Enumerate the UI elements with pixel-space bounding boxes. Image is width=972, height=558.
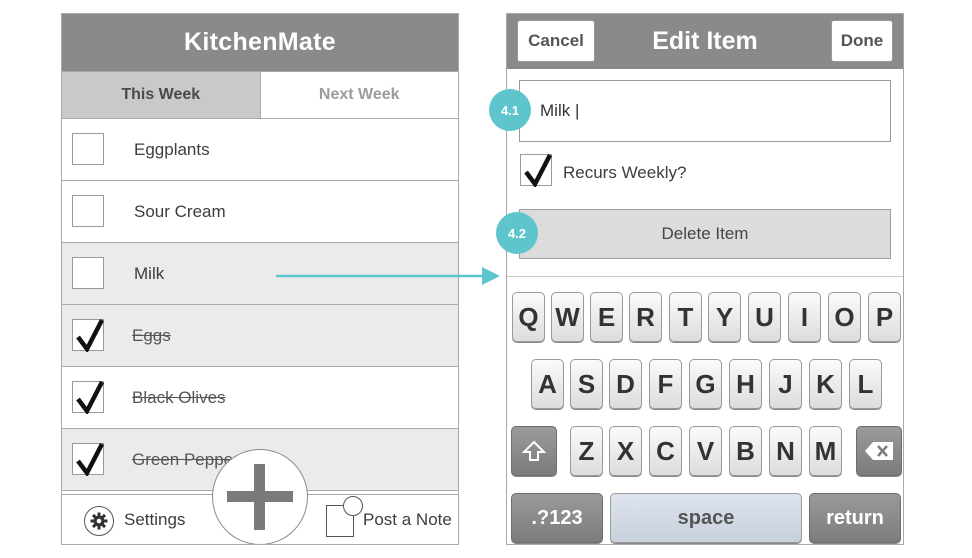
- item-label: Eggs: [132, 326, 171, 345]
- keyboard: Q W E R T Y U I O P A S D F G H J K L Z …: [507, 277, 903, 544]
- key-k[interactable]: K: [809, 359, 842, 409]
- list-item[interactable]: Eggs: [62, 305, 458, 367]
- checkmark-icon: [76, 442, 104, 476]
- numbers-key[interactable]: .?123: [511, 493, 603, 543]
- item-label: Milk: [134, 264, 165, 283]
- plus-icon-stem: [254, 464, 265, 530]
- key-f[interactable]: F: [649, 359, 682, 409]
- key-t[interactable]: T: [669, 292, 702, 342]
- grocery-list: Eggplants Sour Cream Milk Eggs Black Oli…: [62, 119, 458, 491]
- key-c[interactable]: C: [649, 426, 682, 476]
- tab-this-week[interactable]: This Week: [62, 72, 261, 118]
- key-b[interactable]: B: [729, 426, 762, 476]
- key-n[interactable]: N: [769, 426, 802, 476]
- backspace-glyph: [865, 442, 893, 460]
- key-i[interactable]: I: [788, 292, 821, 342]
- checkmark-icon: [76, 380, 104, 414]
- key-u[interactable]: U: [748, 292, 781, 342]
- gear-icon[interactable]: [84, 506, 114, 536]
- key-v[interactable]: V: [689, 426, 722, 476]
- post-note-button[interactable]: Post a Note: [363, 495, 452, 544]
- item-checkbox[interactable]: [72, 380, 104, 414]
- pin-icon: [343, 496, 363, 516]
- checkmark-icon: [76, 318, 104, 352]
- key-g[interactable]: G: [689, 359, 722, 409]
- nav-bar: Edit Item Cancel Done: [507, 14, 903, 69]
- tab-next-week[interactable]: Next Week: [260, 72, 458, 118]
- key-w[interactable]: W: [551, 292, 584, 342]
- key-p[interactable]: P: [868, 292, 901, 342]
- week-tabs: This Week Next Week: [62, 71, 458, 119]
- item-checkbox[interactable]: [72, 442, 104, 476]
- key-a[interactable]: A: [531, 359, 564, 409]
- key-h[interactable]: H: [729, 359, 762, 409]
- annotation-badge: 4.1: [489, 89, 531, 131]
- key-q[interactable]: Q: [512, 292, 545, 342]
- shift-glyph: [522, 440, 546, 461]
- key-l[interactable]: L: [849, 359, 882, 409]
- item-label: Sour Cream: [134, 202, 226, 221]
- flow-arrow: [276, 267, 500, 285]
- backspace-icon[interactable]: [856, 426, 902, 476]
- key-j[interactable]: J: [769, 359, 802, 409]
- settings-button[interactable]: Settings: [124, 495, 185, 544]
- recurs-checkbox[interactable]: [520, 153, 552, 187]
- edit-screen: Edit Item Cancel Done Milk | Recurs Week…: [506, 13, 904, 545]
- checkmark-icon: [524, 153, 552, 187]
- space-key[interactable]: space: [610, 493, 802, 543]
- item-checkbox[interactable]: [72, 195, 104, 227]
- key-y[interactable]: Y: [708, 292, 741, 342]
- item-label: Black Olives: [132, 388, 226, 407]
- key-m[interactable]: M: [809, 426, 842, 476]
- delete-item-button[interactable]: Delete Item: [519, 209, 891, 259]
- key-e[interactable]: E: [590, 292, 623, 342]
- shift-icon[interactable]: [511, 426, 557, 476]
- item-label: Eggplants: [134, 140, 210, 159]
- item-name-value: Milk |: [540, 101, 580, 120]
- annotation-badge: 4.2: [496, 212, 538, 254]
- key-o[interactable]: O: [828, 292, 861, 342]
- list-item[interactable]: Sour Cream: [62, 181, 458, 243]
- list-item[interactable]: Black Olives: [62, 367, 458, 429]
- item-checkbox[interactable]: [72, 318, 104, 352]
- item-checkbox[interactable]: [72, 133, 104, 165]
- list-item[interactable]: Eggplants: [62, 119, 458, 181]
- return-key[interactable]: return: [809, 493, 901, 543]
- key-d[interactable]: D: [609, 359, 642, 409]
- recurs-label: Recurs Weekly?: [563, 163, 687, 182]
- add-item-button[interactable]: [212, 449, 308, 544]
- item-name-field[interactable]: Milk |: [519, 80, 891, 142]
- key-x[interactable]: X: [609, 426, 642, 476]
- cancel-button[interactable]: Cancel: [517, 20, 595, 62]
- note-icon[interactable]: [326, 496, 363, 537]
- gear-glyph: [90, 512, 108, 530]
- app-title: KitchenMate: [62, 14, 458, 71]
- key-s[interactable]: S: [570, 359, 603, 409]
- key-r[interactable]: R: [629, 292, 662, 342]
- item-checkbox[interactable]: [72, 257, 104, 289]
- key-z[interactable]: Z: [570, 426, 603, 476]
- done-button[interactable]: Done: [831, 20, 893, 62]
